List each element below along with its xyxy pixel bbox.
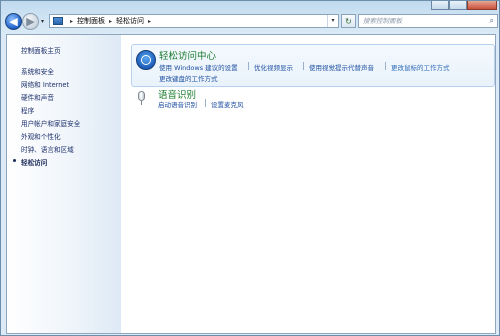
sidebar-home-link[interactable]: 控制面板主页 — [21, 45, 61, 55]
sidebar-item-ease-of-access: 轻松访问 — [21, 159, 48, 167]
search-icon[interactable]: ⌕ — [490, 15, 494, 27]
sidebar: 控制面板主页 系统和安全 网络和 Internet 硬件和声音 程序 用户帐户和… — [7, 35, 121, 333]
current-item-bullet — [13, 159, 16, 162]
breadcrumb-separator[interactable]: ▸ — [70, 18, 73, 25]
refresh-button[interactable]: ↻ — [341, 14, 356, 28]
sidebar-item-hardware-sound[interactable]: 硬件和声音 — [21, 92, 54, 102]
back-button[interactable]: ◀ — [5, 13, 22, 30]
recent-pages-dropdown[interactable]: ▾ — [41, 18, 44, 25]
link-windows-recommended[interactable]: 使用 Windows 建议的设置 — [159, 62, 238, 72]
main-area: 控制面板主页 系统和安全 网络和 Internet 硬件和声音 程序 用户帐户和… — [6, 34, 496, 334]
ease-of-access-icon[interactable] — [136, 50, 156, 70]
search-placeholder: 搜索控制面板 — [363, 17, 402, 25]
microphone-stand — [141, 101, 142, 105]
sidebar-item-system-security[interactable]: 系统和安全 — [21, 66, 54, 76]
sidebar-item-network[interactable]: 网络和 Internet — [21, 79, 69, 89]
breadcrumb-separator[interactable]: ▸ — [148, 18, 151, 25]
content-pane: 轻松访问中心 使用 Windows 建议的设置 优化视频显示 使用视觉提示代替声… — [121, 35, 495, 333]
forward-arrow-icon: ▶ — [26, 15, 35, 28]
breadcrumb-separator[interactable]: ▸ — [109, 18, 112, 25]
link-divider — [205, 99, 206, 107]
sidebar-item-clock-language[interactable]: 时钟、语言和区域 — [21, 144, 74, 154]
address-history-dropdown[interactable]: ▾ — [327, 15, 338, 27]
refresh-icon: ↻ — [345, 16, 352, 26]
ease-center-section: 轻松访问中心 使用 Windows 建议的设置 优化视频显示 使用视觉提示代替声… — [131, 44, 495, 87]
maximize-button[interactable] — [449, 1, 467, 10]
search-input[interactable]: 搜索控制面板 ⌕ — [358, 14, 498, 28]
link-keyboard-settings[interactable]: 更改键盘的工作方式 — [159, 73, 218, 83]
sidebar-item-user-accounts[interactable]: 用户帐户和家庭安全 — [21, 118, 80, 128]
minimize-button[interactable] — [431, 1, 449, 10]
link-visual-cues[interactable]: 使用视觉提示代替声音 — [309, 62, 374, 72]
microphone-icon[interactable] — [138, 91, 145, 105]
ease-center-title[interactable]: 轻松访问中心 — [159, 48, 216, 62]
link-divider — [248, 62, 249, 70]
sidebar-item-programs[interactable]: 程序 — [21, 105, 34, 115]
control-panel-icon — [53, 17, 63, 25]
explorer-window: ◀ ▶ ▾ ▸ 控制面板 ▸ 轻松访问 ▸ ▾ ↻ 搜索控制面板 ⌕ 控制面板主… — [0, 0, 500, 336]
sidebar-item-appearance[interactable]: 外观和个性化 — [21, 131, 61, 141]
close-button[interactable] — [467, 1, 497, 10]
breadcrumb-ease-of-access[interactable]: 轻松访问 — [116, 16, 144, 26]
breadcrumb-control-panel[interactable]: 控制面板 — [77, 16, 105, 26]
link-divider — [385, 62, 386, 70]
navigation-toolbar: ◀ ▶ ▾ ▸ 控制面板 ▸ 轻松访问 ▸ ▾ ↻ 搜索控制面板 ⌕ — [1, 11, 499, 33]
link-optimize-display[interactable]: 优化视频显示 — [254, 62, 293, 72]
link-mouse-settings[interactable]: 更改鼠标的工作方式 — [391, 62, 450, 72]
window-controls — [431, 1, 497, 11]
back-arrow-icon: ◀ — [9, 15, 18, 28]
microphone-head — [138, 91, 145, 101]
address-bar[interactable]: ▸ 控制面板 ▸ 轻松访问 ▸ ▾ — [49, 14, 339, 28]
link-setup-microphone[interactable]: 设置麦克风 — [211, 99, 244, 109]
link-start-speech-recognition[interactable]: 启动语音识别 — [158, 99, 197, 109]
forward-button[interactable]: ▶ — [22, 13, 39, 30]
link-divider — [303, 62, 304, 70]
